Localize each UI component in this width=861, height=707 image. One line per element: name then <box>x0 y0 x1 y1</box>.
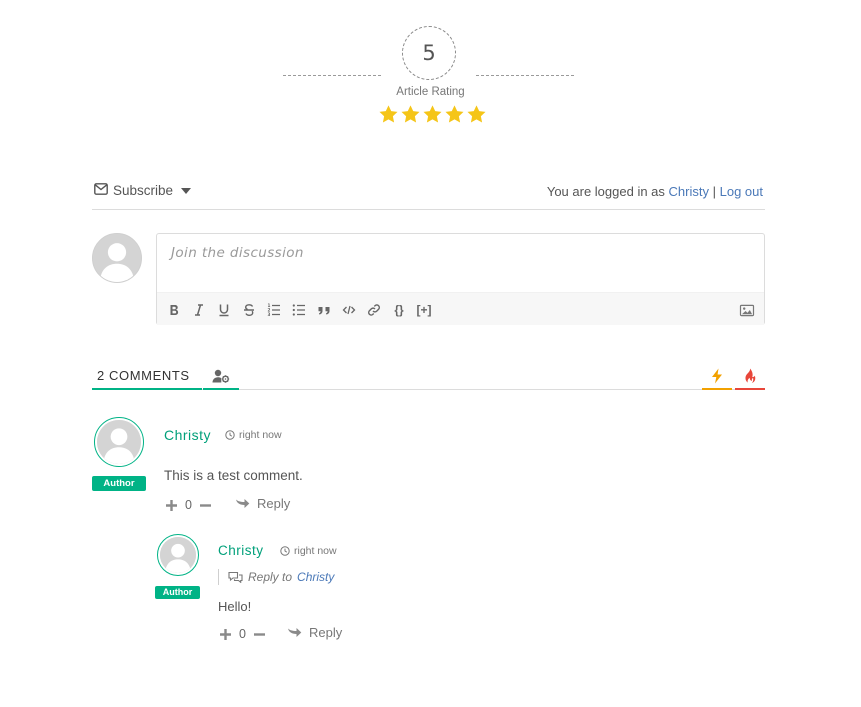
star-icon[interactable] <box>444 104 465 125</box>
star-icon[interactable] <box>400 104 421 125</box>
bold-icon <box>170 305 179 315</box>
star-icon[interactable] <box>378 104 399 125</box>
author-badge: Author <box>155 586 200 599</box>
reply-button[interactable]: Reply <box>235 496 290 511</box>
comment-text: This is a test comment. <box>164 468 303 483</box>
comment-author-avatar[interactable] <box>157 534 199 576</box>
comment-timestamp: right now <box>225 429 282 441</box>
envelope-icon <box>94 183 108 198</box>
article-rating: 5 Article Rating <box>0 0 861 140</box>
logout-link[interactable]: Log out <box>720 184 763 199</box>
reply-arrow-icon <box>288 628 302 637</box>
reply-label: Reply <box>257 496 291 511</box>
star-icon[interactable] <box>466 104 487 125</box>
caret-down-icon <box>181 187 192 194</box>
lightning-icon <box>712 368 722 384</box>
most-reacted-tab[interactable] <box>735 364 765 390</box>
code-button[interactable] <box>342 301 356 319</box>
fire-icon <box>745 368 756 383</box>
user-silhouette-icon <box>97 420 141 464</box>
users-settings-icon <box>212 369 230 383</box>
unordered-list-button[interactable] <box>292 301 306 319</box>
user-silhouette-icon <box>93 234 141 282</box>
subscribe-bar: Subscribe You are logged in as Christy |… <box>92 181 765 210</box>
subscribe-label: Subscribe <box>113 183 174 198</box>
italic-icon <box>195 304 203 316</box>
strikethrough-icon <box>244 304 254 317</box>
comment-author-name[interactable]: Christy <box>218 543 264 558</box>
downvote-button[interactable] <box>253 627 267 641</box>
subscribe-dropdown[interactable]: Subscribe <box>94 183 192 198</box>
star-icon[interactable] <box>422 104 443 125</box>
user-silhouette-icon <box>160 537 196 573</box>
comment-author-avatar[interactable] <box>94 417 144 467</box>
login-status: You are logged in as Christy | Log out <box>547 184 763 199</box>
comment-author-name[interactable]: Christy <box>164 427 211 443</box>
vote-count: 0 <box>185 498 192 512</box>
downvote-button[interactable] <box>199 498 213 512</box>
link-icon <box>368 304 380 316</box>
plus-icon <box>165 499 177 511</box>
source-code-button[interactable]: {} <box>390 301 408 319</box>
upvote-button[interactable] <box>218 627 232 641</box>
reply-to-author-link[interactable]: Christy <box>297 570 334 584</box>
spoiler-button[interactable]: [+] <box>414 301 434 319</box>
image-upload-button[interactable] <box>739 301 755 319</box>
comment-tabs: 2 COMMENTS <box>92 364 765 390</box>
minus-icon <box>254 632 266 636</box>
comment-votes: 0 <box>218 627 267 641</box>
rating-divider-left <box>283 75 381 76</box>
ordered-list-icon: 123 <box>268 303 280 317</box>
strikethrough-button[interactable] <box>242 301 256 319</box>
comment-editor: 123 {} [+] <box>156 233 765 325</box>
link-button[interactable] <box>367 301 381 319</box>
quote-icon <box>318 307 330 315</box>
current-user-avatar <box>92 233 142 283</box>
comment-time-text: right now <box>294 545 337 557</box>
rating-divider-right <box>476 75 574 76</box>
rating-value: 5 <box>402 26 456 80</box>
bold-button[interactable] <box>167 301 181 319</box>
rating-stars[interactable] <box>378 104 487 125</box>
comment-votes: 0 <box>164 498 213 512</box>
comment-timestamp: right now <box>280 545 337 557</box>
italic-button[interactable] <box>192 301 206 319</box>
vote-count: 0 <box>239 627 246 641</box>
reply-label: Reply <box>309 625 343 640</box>
reply-arrow-icon <box>236 499 250 508</box>
code-icon <box>342 305 356 315</box>
comment-input[interactable] <box>157 234 764 292</box>
clock-icon <box>225 430 235 440</box>
login-separator: | <box>712 184 716 199</box>
unordered-list-icon <box>292 304 305 316</box>
comment-time-text: right now <box>239 429 282 441</box>
svg-text:3: 3 <box>268 312 271 317</box>
ordered-list-button[interactable]: 123 <box>267 301 281 319</box>
comment-count-tab[interactable]: 2 COMMENTS <box>92 364 202 390</box>
image-icon <box>739 304 755 316</box>
current-user-link[interactable]: Christy <box>669 184 709 199</box>
blockquote-button[interactable] <box>317 301 331 319</box>
comments-icon <box>228 571 243 583</box>
comment-text: Hello! <box>218 599 252 614</box>
plus-icon <box>219 628 231 640</box>
rating-label: Article Rating <box>396 86 465 98</box>
author-badge: Author <box>92 476 146 491</box>
minus-icon <box>200 503 212 507</box>
underline-icon <box>219 304 229 317</box>
editor-toolbar: 123 {} [+] <box>157 292 764 325</box>
reply-to-prefix: Reply to <box>248 570 293 584</box>
clock-icon <box>280 546 290 556</box>
reply-button[interactable]: Reply <box>287 625 342 640</box>
logged-in-prefix: You are logged in as <box>546 184 665 199</box>
hottest-tab[interactable] <box>702 364 732 390</box>
underline-button[interactable] <box>217 301 231 319</box>
upvote-button[interactable] <box>164 498 178 512</box>
reply-to-reference: Reply to Christy <box>218 569 334 585</box>
author-filter-tab[interactable] <box>203 364 239 390</box>
